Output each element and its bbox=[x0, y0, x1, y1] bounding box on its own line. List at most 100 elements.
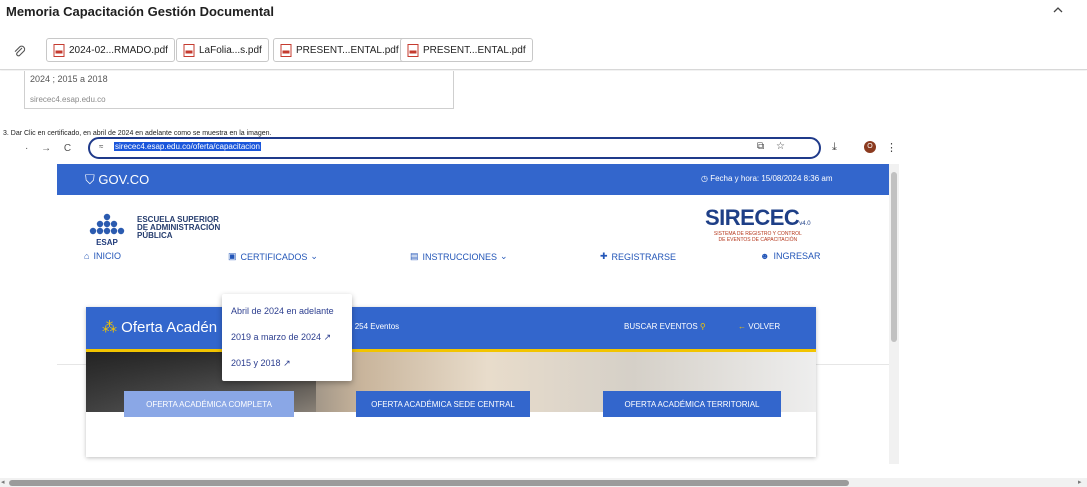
external-link-icon: ↗ bbox=[283, 358, 291, 368]
attachment-chip-1[interactable]: 2024-02...RMADO.pdf bbox=[46, 38, 175, 62]
certificate-icon: ▣ bbox=[228, 251, 237, 261]
esap-line: PÚBLICA bbox=[137, 231, 173, 240]
paperclip-icon bbox=[14, 45, 26, 57]
certificados-dropdown: Abril de 2024 en adelante 2019 a marzo d… bbox=[222, 294, 352, 381]
banner-title: ⁂ Oferta Acadén bbox=[102, 318, 217, 336]
sirecec-sub: DE EVENTOS DE CAPACITACIÓN bbox=[718, 237, 798, 243]
document-icon: ▤ bbox=[410, 251, 419, 261]
attachment-name: 2024-02...RMADO.pdf bbox=[69, 44, 168, 56]
scroll-right-icon[interactable]: ▸ bbox=[1078, 478, 1082, 486]
profile-avatar: O bbox=[864, 141, 876, 153]
menu-certificados[interactable]: ▣ CERTIFICADOS ⌄ bbox=[228, 251, 318, 262]
menu-registrarse[interactable]: ✚ REGISTRARSE bbox=[600, 251, 676, 262]
horizontal-scrollbar-thumb[interactable] bbox=[9, 480, 849, 486]
button-label: OFERTA ACADÉMICA TERRITORIAL bbox=[624, 399, 760, 409]
attachment-name: PRESENT...ENTAL.pdf bbox=[296, 44, 399, 56]
attachment-chip-3[interactable]: PRESENT...ENTAL.pdf bbox=[273, 38, 406, 62]
kebab-menu-icon: ⋮ bbox=[886, 142, 897, 154]
oferta-banner: ⁂ Oferta Acadén » 254 Eventos BUSCAR EVE… bbox=[86, 307, 816, 349]
scroll-left-icon[interactable]: ◂ bbox=[1, 478, 5, 486]
menu-instrucciones[interactable]: ▤ INSTRUCCIONES ⌄ bbox=[410, 251, 508, 262]
esap-name: ESCUELA SUPERIOR DE ADMINISTRACIÓN PÚBLI… bbox=[137, 216, 220, 240]
reload-icon: C bbox=[63, 143, 72, 154]
search-label: BUSCAR EVENTOS bbox=[624, 322, 698, 331]
instruction-step: 3. Dar Clic en certificado, en abril de … bbox=[3, 130, 272, 137]
address-bar: ≈ sirecec4.esap.edu.co/oferta/capacitaci… bbox=[88, 137, 821, 159]
dropdown-item-2019-2024[interactable]: 2019 a marzo de 2024 ↗ bbox=[231, 332, 331, 343]
search-icon: ⚲ bbox=[699, 322, 706, 331]
esap-mark-text: ESAP bbox=[96, 238, 118, 247]
banner-title-text: Oferta Acadén bbox=[121, 319, 218, 336]
horizontal-scrollbar[interactable]: ◂ ▸ bbox=[0, 478, 1087, 487]
site-scrollbar[interactable] bbox=[889, 164, 899, 464]
chevron-up-icon[interactable] bbox=[1050, 2, 1066, 18]
message-header: Memoria Capacitación Gestión Documental bbox=[0, 0, 1087, 26]
gov-bar: ⛉ GOV.CO ◷ Fecha y hora: 15/08/2024 8:36… bbox=[57, 164, 889, 195]
clock-icon: ◷ bbox=[701, 174, 708, 183]
menu-label: REGISTRARSE bbox=[611, 251, 677, 262]
date-time: ◷ Fecha y hora: 15/08/2024 8:36 am bbox=[701, 174, 833, 183]
pdf-file-icon bbox=[280, 43, 292, 57]
oferta-territorial-button[interactable]: OFERTA ACADÉMICA TERRITORIAL bbox=[603, 391, 781, 417]
oferta-card: ⁂ Oferta Acadén » 254 Eventos BUSCAR EVE… bbox=[86, 307, 816, 457]
dropdown-label: 2015 y 2018 bbox=[231, 358, 281, 368]
menu-label: CERTIFICADOS bbox=[240, 251, 308, 262]
translate-icon: ⧉ bbox=[757, 141, 765, 152]
sirecec-logo: SIRECECv4.0 SISTEMA DE REGISTRO Y CONTRO… bbox=[705, 205, 811, 243]
esap-logo-icon: ESAP bbox=[89, 213, 125, 247]
menu-label: INGRESAR bbox=[773, 251, 821, 261]
button-label: OFERTA ACADÉMICA SEDE CENTRAL bbox=[371, 399, 515, 409]
users-icon: ☻ bbox=[760, 251, 770, 261]
message-title: Memoria Capacitación Gestión Documental bbox=[6, 4, 275, 19]
attachment-chip-4[interactable]: PRESENT...ENTAL.pdf bbox=[400, 38, 533, 62]
button-label: OFERTA ACADÉMICA COMPLETA bbox=[146, 399, 272, 409]
attachment-name: PRESENT...ENTAL.pdf bbox=[423, 44, 526, 56]
back-link[interactable]: ← VOLVER bbox=[738, 322, 780, 331]
pdf-file-icon bbox=[407, 43, 419, 57]
menu-inicio[interactable]: ⌂ INICIO bbox=[84, 251, 121, 261]
attachment-chip-2[interactable]: LaFolia...s.pdf bbox=[176, 38, 269, 62]
message-body: 2024 ; 2015 a 2018 sirecec4.esap.edu.co … bbox=[0, 71, 1087, 464]
menu-label: INICIO bbox=[93, 251, 121, 261]
embedded-snippet: 2024 ; 2015 a 2018 sirecec4.esap.edu.co bbox=[24, 71, 454, 109]
oferta-sede-central-button[interactable]: OFERTA ACADÉMICA SEDE CENTRAL bbox=[356, 391, 530, 417]
sirecec-title: SIRECEC bbox=[705, 205, 800, 230]
shield-icon: ⛉ bbox=[85, 172, 95, 187]
snippet-text: 2024 ; 2015 a 2018 bbox=[30, 74, 108, 84]
scrollbar-thumb[interactable] bbox=[891, 172, 897, 342]
arrow-left-icon: ← bbox=[738, 322, 746, 331]
event-count: » 254 Eventos bbox=[348, 322, 399, 331]
site-settings-icon: ≈ bbox=[99, 142, 104, 151]
external-link-icon: ↗ bbox=[323, 332, 332, 342]
chevron-down-icon: ⌄ bbox=[310, 251, 318, 261]
forward-icon: → bbox=[41, 143, 52, 154]
star-icon: ☆ bbox=[776, 141, 785, 152]
attachment-bar: 2024-02...RMADO.pdf LaFolia...s.pdf PRES… bbox=[0, 34, 1087, 70]
chevron-down-icon: ⌄ bbox=[500, 251, 508, 261]
dropdown-label: Abril de 2024 en adelante bbox=[231, 306, 334, 316]
oferta-completa-button[interactable]: OFERTA ACADÉMICA COMPLETA bbox=[124, 391, 294, 417]
home-icon: ⌂ bbox=[84, 251, 90, 261]
back-label: VOLVER bbox=[748, 322, 781, 331]
menu-label: INSTRUCCIONES bbox=[422, 251, 498, 262]
user-plus-icon: ✚ bbox=[600, 251, 608, 261]
sirecec-version: v4.0 bbox=[799, 221, 811, 227]
count-text: 254 Eventos bbox=[354, 322, 400, 331]
gov-logo-text: GOV.CO bbox=[98, 172, 150, 187]
pdf-file-icon bbox=[183, 43, 195, 57]
gov-logo: ⛉ GOV.CO bbox=[85, 172, 149, 188]
snippet-url: sirecec4.esap.edu.co bbox=[30, 95, 106, 104]
date-text: Fecha y hora: 15/08/2024 8:36 am bbox=[710, 174, 833, 183]
group-icon: ⁂ bbox=[102, 319, 117, 336]
pdf-file-icon bbox=[53, 43, 65, 57]
dropdown-label: 2019 a marzo de 2024 bbox=[231, 332, 322, 342]
dropdown-item-abril-2024[interactable]: Abril de 2024 en adelante bbox=[231, 306, 334, 316]
search-events-link[interactable]: BUSCAR EVENTOS ⚲ bbox=[624, 322, 706, 331]
url-text: sirecec4.esap.edu.co/oferta/capacitacion bbox=[114, 142, 261, 151]
menu-ingresar[interactable]: ☻ INGRESAR bbox=[760, 251, 821, 261]
browser-nav: · → C bbox=[25, 143, 81, 154]
download-icon: ⤓ bbox=[832, 141, 837, 153]
attachment-name: LaFolia...s.pdf bbox=[199, 44, 262, 56]
screen: Memoria Capacitación Gestión Documental … bbox=[0, 0, 1087, 487]
dropdown-item-2015-2018[interactable]: 2015 y 2018 ↗ bbox=[231, 358, 291, 369]
